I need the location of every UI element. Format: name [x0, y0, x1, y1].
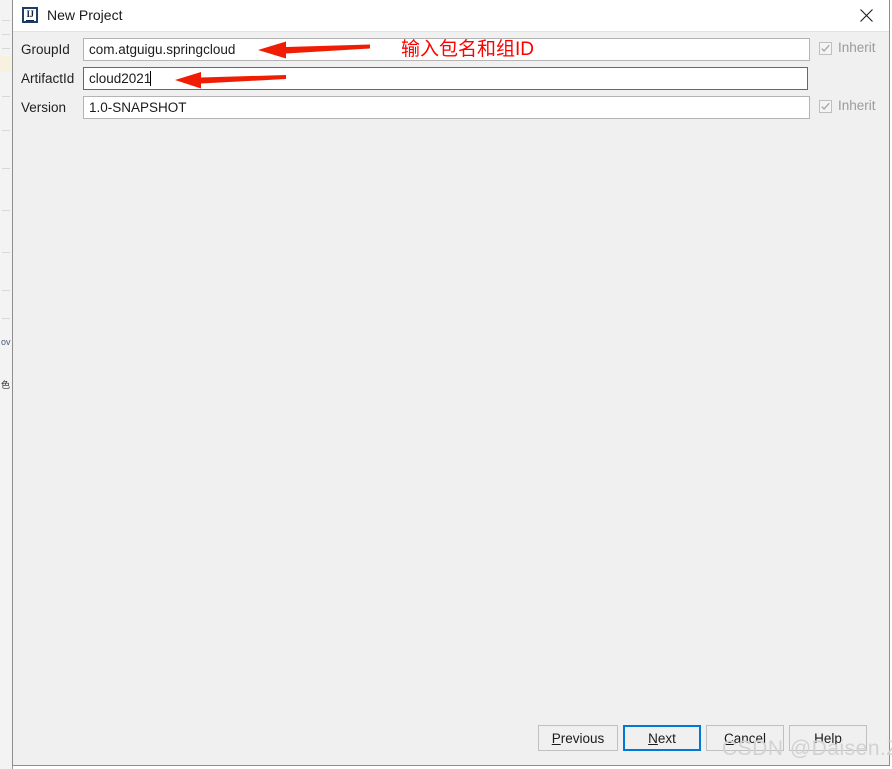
previous-button-label: Previous: [551, 730, 605, 746]
background-line: [2, 318, 10, 319]
background-text-fragment: 色: [1, 380, 11, 390]
next-button[interactable]: Next: [623, 725, 701, 751]
artifactid-value: cloud2021: [89, 71, 152, 86]
checkbox-checked-icon: [819, 41, 832, 55]
version-label: Version: [21, 100, 67, 115]
background-line: [2, 20, 10, 21]
background-highlight-row: [0, 56, 11, 72]
background-line: [2, 130, 10, 131]
version-value: 1.0-SNAPSHOT: [89, 100, 187, 115]
next-button-label: Next: [648, 730, 676, 746]
groupid-value: com.atguigu.springcloud: [89, 42, 236, 57]
version-inherit-checkbox[interactable]: Inherit: [819, 98, 876, 114]
version-input[interactable]: 1.0-SNAPSHOT: [83, 96, 810, 119]
groupid-inherit-label: Inherit: [838, 40, 876, 55]
background-line: [2, 168, 10, 169]
dialog-titlebar: IJ New Project: [13, 0, 889, 32]
close-icon[interactable]: [843, 0, 889, 30]
annotation-text: 输入包名和组ID: [401, 39, 535, 60]
annotation-arrow-artifactid: [173, 69, 288, 96]
artifactid-label: ArtifactId: [21, 71, 75, 86]
groupid-inherit-checkbox[interactable]: Inherit: [819, 40, 876, 56]
background-line: [2, 252, 10, 253]
background-text-fragment: ov: [1, 337, 11, 347]
text-caret: [150, 71, 151, 86]
new-project-dialog: IJ New Project GroupId com.atguigu.sprin…: [12, 0, 892, 766]
previous-button[interactable]: Previous: [538, 725, 618, 751]
dialog-title: New Project: [47, 7, 123, 23]
watermark: CSDN @Daisen.Z: [722, 737, 892, 760]
annotation-arrow-groupid: [256, 38, 371, 67]
intellij-idea-icon: IJ: [22, 7, 38, 23]
version-inherit-label: Inherit: [838, 98, 876, 113]
background-line: [2, 34, 10, 35]
background-line: [2, 290, 10, 291]
checkbox-checked-icon: [819, 99, 832, 113]
background-line: [2, 48, 10, 49]
background-line: [2, 210, 10, 211]
background-line: [2, 96, 10, 97]
groupid-label: GroupId: [21, 42, 70, 57]
